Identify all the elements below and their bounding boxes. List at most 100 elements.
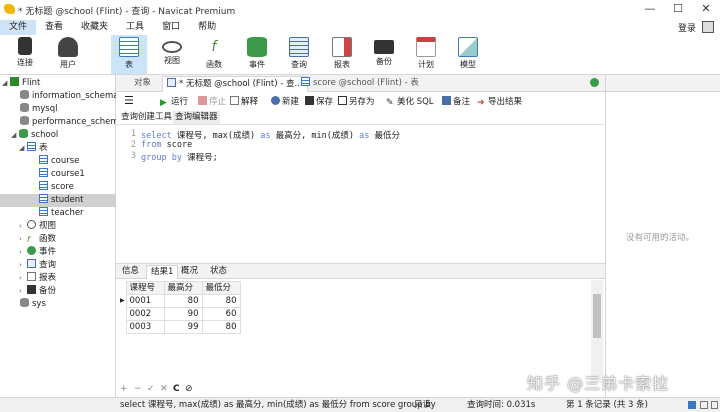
new-query-button[interactable]: 新建 xyxy=(271,95,299,109)
report-button[interactable]: 报表 xyxy=(324,35,360,74)
table-row[interactable]: ▶ 0001 80 80 xyxy=(120,294,241,308)
close-button[interactable]: ✕ xyxy=(692,0,720,20)
save-icon xyxy=(305,96,314,105)
query-icon xyxy=(27,259,36,268)
menu-window[interactable]: 窗口 xyxy=(153,20,189,35)
tree-db-school[interactable]: ◢ school xyxy=(11,129,58,142)
tree-db-mysql[interactable]: mysql xyxy=(20,103,58,116)
table-cell[interactable]: 0003 xyxy=(125,320,165,334)
table-row[interactable]: 0002 90 60 xyxy=(120,307,241,321)
save-as-button[interactable]: 另存为 xyxy=(338,95,375,109)
tab-query-untitled[interactable]: * 无标题 @school (Flint) - 查... xyxy=(162,76,308,92)
result-scrollbar[interactable] xyxy=(591,280,603,383)
table-cell[interactable]: 0002 xyxy=(125,307,165,321)
maximize-button[interactable]: ☐ xyxy=(664,0,692,20)
user-avatar-icon[interactable] xyxy=(702,21,714,33)
table-cell[interactable]: 60 xyxy=(201,307,241,321)
hamburger-menu-icon[interactable]: ☰ xyxy=(124,95,134,109)
table-cell[interactable]: 90 xyxy=(163,307,203,321)
tree-connection-flint[interactable]: ◢ Flint xyxy=(2,77,40,90)
table-group-icon xyxy=(27,142,36,151)
tree-db-sys[interactable]: sys xyxy=(20,298,46,311)
schedule-button[interactable]: 计划 xyxy=(408,35,444,74)
notes-button[interactable]: 备注 xyxy=(442,95,470,109)
model-button[interactable]: 模型 xyxy=(450,35,486,74)
view-button[interactable]: 视图 xyxy=(154,35,190,74)
login-link[interactable]: 登录 xyxy=(678,21,696,34)
export-results-button[interactable]: ➜ 导出结果 xyxy=(477,95,522,109)
function-button[interactable]: f 函数 xyxy=(196,35,232,74)
save-as-icon xyxy=(338,96,347,105)
table-cell[interactable]: 80 xyxy=(163,294,203,308)
sql-line-3: group by 课程号; xyxy=(141,153,218,163)
table-button[interactable]: 表 xyxy=(111,35,147,74)
text-view-icon[interactable] xyxy=(711,401,718,409)
backup-button[interactable]: 备份 xyxy=(366,35,402,74)
tree-db-performance-schema[interactable]: performance_schema xyxy=(20,116,124,129)
tab-score-table[interactable]: score @school (Flint) - 表 xyxy=(297,76,423,92)
column-header[interactable]: 课程号 xyxy=(125,281,165,295)
scrollbar-thumb[interactable] xyxy=(593,294,601,338)
report-icon xyxy=(27,272,36,281)
tab-info[interactable]: 信息 xyxy=(118,265,143,279)
glasses-icon xyxy=(162,41,182,53)
minimize-button[interactable]: — xyxy=(636,0,664,20)
explain-button[interactable]: 解释 xyxy=(230,95,258,109)
tree-group-views[interactable]: › 视图 xyxy=(19,220,56,233)
tree-group-tables[interactable]: ◢ 表 xyxy=(19,142,48,155)
table-cell[interactable]: 99 xyxy=(163,320,203,334)
menu-favorites[interactable]: 收藏夹 xyxy=(72,20,117,35)
column-header[interactable]: 最高分 xyxy=(163,281,203,295)
tree-group-backups[interactable]: › 备份 xyxy=(19,285,56,298)
menu-view[interactable]: 查看 xyxy=(36,20,72,35)
tab-objects[interactable]: 对象 xyxy=(130,76,155,92)
table-cell[interactable]: 80 xyxy=(201,320,241,334)
menu-help[interactable]: 帮助 xyxy=(189,20,225,35)
sql-editor[interactable]: 1 2 3 select 课程号, max(成绩) as 最高分, min(成绩… xyxy=(116,124,605,263)
save-button[interactable]: 保存 xyxy=(305,95,333,109)
query-button[interactable]: 查询 xyxy=(281,35,317,74)
tree-table-student[interactable]: student xyxy=(0,194,116,207)
tree-table-course[interactable]: course xyxy=(39,155,79,168)
tab-query-builder[interactable]: 查询创建工具 xyxy=(119,111,174,124)
form-view-icon[interactable] xyxy=(700,401,708,409)
table-cell[interactable]: 80 xyxy=(201,294,241,308)
tree-table-score[interactable]: score xyxy=(39,181,74,194)
run-button[interactable]: ▶ 运行 xyxy=(160,95,188,109)
backup-icon xyxy=(27,285,36,294)
delete-row-icon[interactable]: − xyxy=(134,384,142,394)
table-row[interactable]: 0003 99 80 xyxy=(120,320,241,334)
tree-group-events[interactable]: › 事件 xyxy=(19,246,56,259)
activity-icon[interactable] xyxy=(590,78,599,87)
tab-result-1[interactable]: 结果1 xyxy=(146,265,179,279)
tree-group-functions[interactable]: › f 函数 xyxy=(19,233,56,246)
status-sql-text: select 课程号, max(成绩) as 最高分, min(成绩) as 最… xyxy=(120,400,436,410)
tree-group-queries[interactable]: › 查询 xyxy=(19,259,56,272)
tree-table-teacher[interactable]: teacher xyxy=(39,207,84,220)
tree-db-information-schema[interactable]: information_schema xyxy=(20,90,119,103)
view-icon xyxy=(27,220,36,229)
event-button[interactable]: 事件 xyxy=(239,35,275,74)
status-bar: select 课程号, max(成绩) as 最高分, min(成绩) as 最… xyxy=(0,397,720,412)
add-row-icon[interactable]: + xyxy=(120,384,128,394)
discard-icon[interactable]: ✕ xyxy=(160,384,168,394)
status-record-count: 第 1 条记录 (共 3 条) xyxy=(566,400,648,410)
user-button[interactable]: 用户 xyxy=(50,35,86,74)
table-cell[interactable]: 0001 xyxy=(125,294,165,308)
result-table: 课程号 最高分 最低分 ▶ 0001 80 80 0002 90 60 0003… xyxy=(120,281,241,334)
menu-file[interactable]: 文件 xyxy=(0,20,37,35)
tab-query-editor[interactable]: 查询编辑器 xyxy=(173,111,220,124)
beautify-sql-button[interactable]: ✎ 美化 SQL xyxy=(386,95,434,109)
tree-table-course1[interactable]: course1 xyxy=(39,168,85,181)
refresh-icon[interactable]: C xyxy=(173,384,180,394)
tab-status[interactable]: 状态 xyxy=(206,265,231,279)
tree-group-reports[interactable]: › 报表 xyxy=(19,272,56,285)
apply-icon[interactable]: ✓ xyxy=(147,384,155,394)
menu-tools[interactable]: 工具 xyxy=(117,20,153,35)
stop-button[interactable]: 停止 xyxy=(198,95,226,109)
grid-view-icon[interactable] xyxy=(688,401,696,409)
connection-button[interactable]: 连接 xyxy=(7,35,43,74)
tab-profile[interactable]: 概况 xyxy=(177,265,202,279)
stop-refresh-icon[interactable]: ⊘ xyxy=(185,384,193,394)
column-header[interactable]: 最低分 xyxy=(201,281,241,295)
